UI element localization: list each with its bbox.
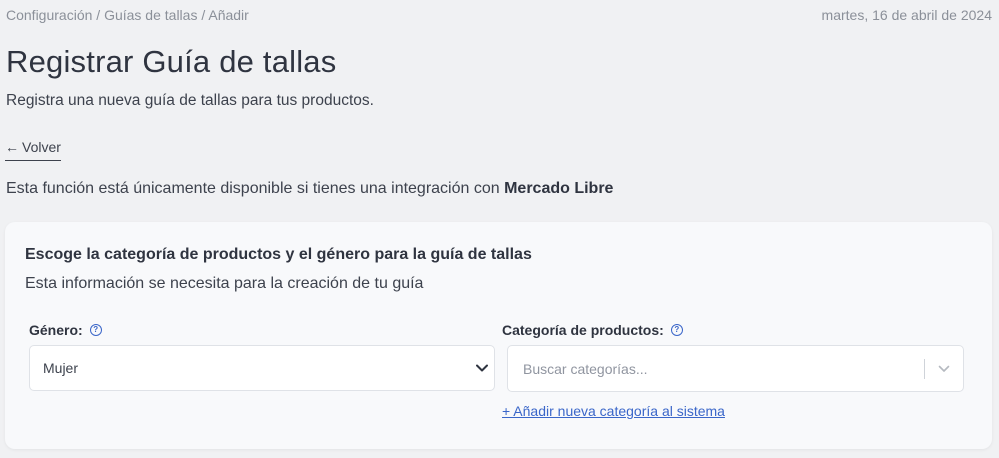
card-title: Escoge la categoría de productos y el gé…: [25, 246, 532, 263]
current-date: martes, 16 de abril de 2024: [821, 7, 992, 23]
size-guide-card: Escoge la categoría de productos y el gé…: [5, 222, 992, 449]
back-label: Volver: [22, 139, 61, 155]
add-category-link[interactable]: + Añadir nueva categoría al sistema: [502, 403, 725, 419]
card-description: Esta información se necesita para la cre…: [25, 275, 424, 292]
category-search-select[interactable]: [507, 345, 964, 392]
chevron-down-icon: [472, 358, 492, 378]
category-label-text: Categoría de productos:: [502, 322, 664, 338]
gender-select-value: Mujer: [43, 360, 79, 376]
question-circle-icon[interactable]: ?: [670, 324, 683, 336]
breadcrumb-separator: /: [197, 7, 209, 23]
page-title: Registrar Guía de tallas: [6, 44, 337, 79]
notice-highlight: Mercado Libre: [504, 180, 614, 197]
chevron-down-icon[interactable]: [925, 346, 963, 391]
breadcrumb-item-current: Añadir: [208, 7, 249, 23]
back-link[interactable]: ← Volver: [5, 139, 61, 161]
gender-label-text: Género:: [29, 322, 83, 338]
notice-text: Esta función está únicamente disponible …: [6, 180, 505, 197]
breadcrumb-separator: /: [92, 7, 105, 23]
page-subtitle: Registra una nueva guía de tallas para t…: [6, 92, 374, 109]
question-circle-icon[interactable]: ?: [89, 324, 102, 336]
breadcrumb-item-configuracion[interactable]: Configuración: [6, 7, 92, 23]
gender-label: Género: ?: [29, 322, 102, 338]
integration-notice: Esta función está únicamente disponible …: [6, 180, 613, 198]
category-label: Categoría de productos: ?: [502, 322, 683, 338]
gender-select[interactable]: Mujer: [29, 345, 495, 391]
category-search-input[interactable]: [508, 346, 924, 391]
top-bar: Configuración / Guías de tallas / Añadir…: [6, 7, 992, 23]
breadcrumb-item-guias[interactable]: Guías de tallas: [104, 7, 197, 23]
arrow-left-icon: ←: [5, 139, 19, 155]
breadcrumb: Configuración / Guías de tallas / Añadir: [6, 7, 249, 23]
